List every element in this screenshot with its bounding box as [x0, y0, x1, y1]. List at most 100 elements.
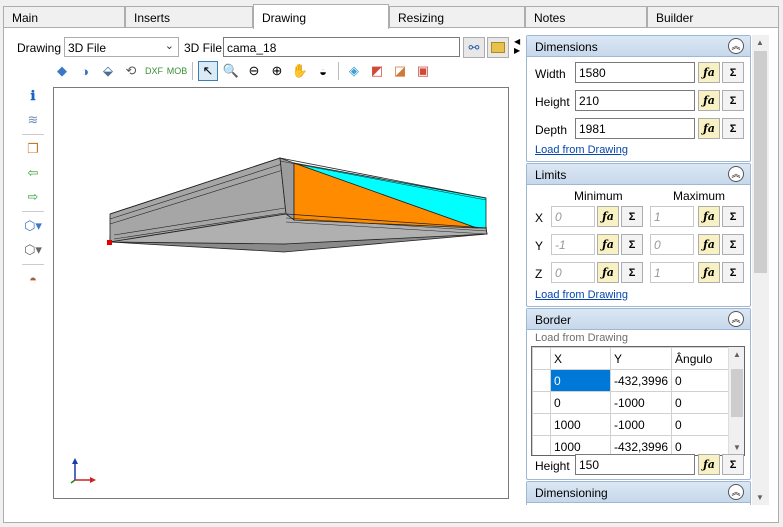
- table-cell[interactable]: 0: [671, 435, 731, 455]
- scroll-down-icon[interactable]: ▼: [756, 493, 764, 502]
- view-iso-icon[interactable]: ◈: [344, 61, 364, 81]
- sphere-view-icon[interactable]: ◑: [75, 61, 95, 81]
- border-height-formula-button[interactable]: ƒa: [698, 454, 720, 475]
- collapse-icon[interactable]: ︽: [728, 166, 744, 182]
- z-min-input[interactable]: 0: [551, 262, 595, 283]
- table-row[interactable]: 1000 -1000 0: [532, 413, 731, 436]
- mob-import-icon[interactable]: MOB: [167, 61, 188, 81]
- border-height-input[interactable]: 150: [575, 454, 695, 475]
- grid-scroll-thumb[interactable]: [731, 369, 743, 417]
- x-min-input[interactable]: 0: [551, 206, 595, 227]
- table-cell[interactable]: 0: [671, 413, 731, 436]
- table-cell[interactable]: 1000: [550, 413, 611, 436]
- x-max-formula-button[interactable]: ƒa: [698, 206, 720, 227]
- scroll-down-icon[interactable]: ▼: [733, 443, 741, 452]
- y-min-sum-button[interactable]: Σ: [621, 234, 643, 255]
- height-sum-button[interactable]: Σ: [722, 90, 744, 111]
- y-min-input[interactable]: -1: [551, 234, 595, 255]
- dxf-import-icon[interactable]: DXF: [144, 61, 164, 81]
- x-max-input[interactable]: 1: [650, 206, 694, 227]
- border-header[interactable]: Border ︽: [527, 309, 750, 330]
- table-cell[interactable]: 0: [671, 369, 731, 392]
- view-front-icon[interactable]: ◩: [367, 61, 387, 81]
- y-max-sum-button[interactable]: Σ: [722, 234, 744, 255]
- browse-button[interactable]: [487, 37, 509, 58]
- height-formula-button[interactable]: ƒa: [698, 90, 720, 111]
- tab-resizing[interactable]: Resizing: [389, 6, 525, 28]
- table-cell[interactable]: 1000: [550, 435, 611, 455]
- width-formula-button[interactable]: ƒa: [698, 62, 720, 83]
- find-button[interactable]: ⚯: [463, 37, 485, 58]
- scroll-up-icon[interactable]: ▲: [756, 38, 764, 47]
- table-cell[interactable]: -1000: [609, 391, 673, 414]
- arrow-right-green-icon[interactable]: ⇨: [22, 187, 44, 207]
- zoom-out-icon[interactable]: ⊖: [244, 61, 264, 81]
- column-header-y[interactable]: Y: [609, 347, 673, 370]
- border-height-sum-button[interactable]: Σ: [722, 454, 744, 475]
- panel-scrollbar[interactable]: ▲ ▼: [752, 35, 769, 505]
- drawing-viewport[interactable]: [53, 87, 509, 499]
- table-row[interactable]: 1000 -432,3996 0: [532, 435, 731, 455]
- tab-inserts[interactable]: Inserts: [125, 6, 253, 28]
- collapse-icon[interactable]: ︽: [728, 484, 744, 500]
- panel-toggle[interactable]: ◀ ▶: [513, 37, 523, 57]
- shade-view-icon[interactable]: ◆: [52, 61, 72, 81]
- z-max-formula-button[interactable]: ƒa: [698, 262, 720, 283]
- x-max-sum-button[interactable]: Σ: [722, 206, 744, 227]
- limits-header[interactable]: Limits ︽: [527, 164, 750, 185]
- table-cell[interactable]: 0: [671, 391, 731, 414]
- table-cell[interactable]: -1000: [609, 413, 673, 436]
- pan-hand-icon[interactable]: ✋: [290, 61, 310, 81]
- table-cell[interactable]: 0: [550, 369, 611, 392]
- table-cell[interactable]: 0: [550, 391, 611, 414]
- tab-drawing[interactable]: Drawing: [253, 4, 389, 29]
- import-model-icon[interactable]: ⬙: [98, 61, 118, 81]
- y-max-formula-button[interactable]: ƒa: [698, 234, 720, 255]
- tab-builder[interactable]: Builder: [647, 6, 779, 28]
- orbit-icon[interactable]: ◒: [313, 61, 333, 81]
- file-input[interactable]: cama_18: [223, 37, 460, 57]
- limits-load-link[interactable]: Load from Drawing: [535, 289, 628, 301]
- width-input[interactable]: 1580: [575, 62, 695, 83]
- copy-shape-icon[interactable]: ❐: [22, 139, 44, 159]
- column-header-x[interactable]: X: [550, 347, 611, 370]
- depth-sum-button[interactable]: Σ: [722, 118, 744, 139]
- rotate-model-icon[interactable]: ⟲: [121, 61, 141, 81]
- width-sum-button[interactable]: Σ: [722, 62, 744, 83]
- depth-input[interactable]: 1981: [575, 118, 695, 139]
- column-header-angle[interactable]: Ângulo: [671, 347, 731, 370]
- x-min-sum-button[interactable]: Σ: [621, 206, 643, 227]
- zoom-in-icon[interactable]: 🔍: [221, 61, 241, 81]
- z-max-input[interactable]: 1: [650, 262, 694, 283]
- z-max-sum-button[interactable]: Σ: [722, 262, 744, 283]
- layers-icon[interactable]: ≋: [22, 110, 44, 130]
- render-icon[interactable]: ◓: [22, 269, 44, 289]
- row-header[interactable]: [532, 435, 551, 455]
- height-input[interactable]: 210: [575, 90, 695, 111]
- panel-scroll-thumb[interactable]: [754, 51, 767, 273]
- table-row[interactable]: 0 -1000 0: [532, 391, 731, 414]
- row-header[interactable]: [532, 413, 551, 436]
- scroll-up-icon[interactable]: ▲: [733, 350, 741, 359]
- border-grid[interactable]: X Y Ângulo 0 -432,3996 0 0 -1000 0 1000 …: [531, 346, 745, 456]
- view-side-icon[interactable]: ◪: [390, 61, 410, 81]
- drawing-type-select[interactable]: 3D File ⌄: [64, 37, 179, 57]
- y-min-formula-button[interactable]: ƒa: [597, 234, 619, 255]
- box-edit-dropdown-icon[interactable]: ⬡▾: [22, 240, 44, 260]
- x-min-formula-button[interactable]: ƒa: [597, 206, 619, 227]
- box-view-dropdown-icon[interactable]: ⬡▾: [22, 216, 44, 236]
- z-min-formula-button[interactable]: ƒa: [597, 262, 619, 283]
- y-max-input[interactable]: 0: [650, 234, 694, 255]
- zoom-extents-icon[interactable]: ⊕: [267, 61, 287, 81]
- info-icon[interactable]: ℹ: [22, 86, 44, 106]
- depth-formula-button[interactable]: ƒa: [698, 118, 720, 139]
- grid-scrollbar[interactable]: ▲ ▼: [728, 347, 744, 455]
- z-min-sum-button[interactable]: Σ: [621, 262, 643, 283]
- collapse-icon[interactable]: ︽: [728, 311, 744, 327]
- row-header[interactable]: [532, 391, 551, 414]
- dimensions-header[interactable]: Dimensions ︽: [527, 36, 750, 57]
- table-cell[interactable]: -432,3996: [609, 435, 673, 455]
- tab-main[interactable]: Main: [3, 6, 125, 28]
- tab-notes[interactable]: Notes: [525, 6, 647, 28]
- select-pointer-icon[interactable]: ↖: [198, 61, 218, 81]
